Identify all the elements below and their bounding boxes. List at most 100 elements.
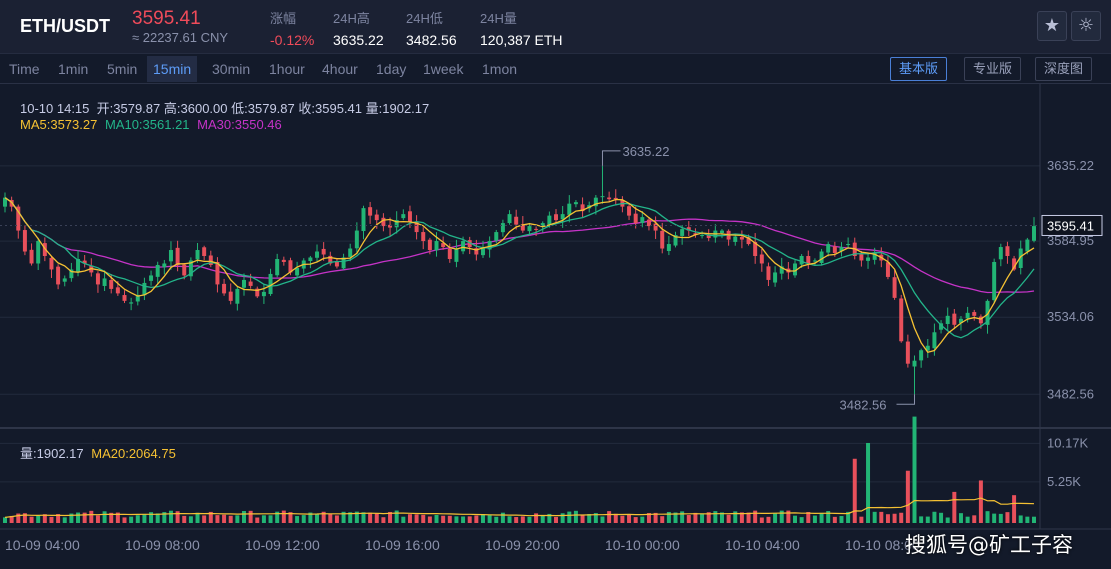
candle-body: [806, 256, 811, 264]
tab-1week[interactable]: 1week: [417, 56, 469, 82]
watermark-text: 搜狐号@矿工子容: [905, 533, 1073, 557]
candle-body: [56, 266, 61, 285]
volume-bar: [925, 516, 930, 523]
volume-bar: [228, 515, 233, 523]
volume-bar: [168, 510, 173, 523]
candle-body: [866, 257, 871, 261]
favorite-button[interactable]: ★: [1037, 11, 1067, 41]
low-label: 24H低: [406, 11, 443, 26]
high-value: 3635.22: [333, 32, 384, 48]
volume-bar: [985, 511, 990, 523]
markers-layer: 3635.22 3482.56: [601, 144, 916, 412]
chart-toolbar: Time 1min 5min 15min 30min 1hour 4hour 1…: [0, 54, 1111, 84]
volume-bar: [3, 517, 7, 523]
volume-bar: [693, 512, 698, 523]
view-basic-button[interactable]: 基本版: [890, 57, 948, 81]
candle-body: [348, 248, 353, 257]
candle-body: [261, 291, 266, 297]
volume-bar: [235, 515, 240, 523]
volume-bar: [301, 515, 306, 523]
volume-bar: [866, 442, 871, 523]
candle-body: [434, 241, 439, 251]
volume-bar: [952, 491, 957, 523]
volume-bar: [759, 517, 764, 523]
candlestick-chart[interactable]: 3635.223584.953534.063482.563595.4110.17…: [0, 84, 1111, 569]
volume-bar: [613, 513, 618, 523]
candle-body: [766, 266, 771, 280]
candle-body: [719, 230, 724, 234]
candle-body: [354, 230, 359, 249]
tab-30min[interactable]: 30min: [206, 56, 256, 82]
change-label: 涨幅: [270, 11, 297, 26]
tab-1mon[interactable]: 1mon: [476, 56, 523, 82]
volume-bar: [441, 515, 446, 523]
volume-bar: [401, 516, 406, 523]
volume-bar: [540, 515, 545, 523]
candle-body: [374, 214, 379, 221]
tab-1hour[interactable]: 1hour: [263, 56, 311, 82]
tab-time[interactable]: Time: [3, 56, 46, 82]
volume-bar: [899, 512, 904, 523]
volume-bar: [36, 515, 41, 523]
theme-button[interactable]: ☼: [1071, 11, 1101, 41]
ma30-value: 3550.46: [234, 117, 282, 132]
volume-bar: [487, 515, 492, 523]
tab-1min[interactable]: 1min: [52, 56, 94, 82]
low-stat: 24H低 3482.56: [406, 8, 457, 48]
pair-name[interactable]: ETH/USDT: [20, 16, 110, 37]
candle-body: [812, 260, 817, 262]
candle-body: [932, 332, 937, 349]
candle-body: [295, 267, 300, 276]
tab-15min[interactable]: 15min: [147, 56, 198, 82]
volume-bar: [620, 515, 625, 523]
view-pro-button[interactable]: 专业版: [964, 57, 1022, 81]
volume-bar: [29, 516, 34, 523]
tab-1day[interactable]: 1day: [370, 56, 412, 82]
candle-body: [361, 208, 366, 232]
ma20-value: 2064.75: [128, 446, 176, 461]
candle-body: [666, 244, 671, 251]
high-label: 高:: [163, 101, 181, 116]
candle-body: [554, 214, 559, 221]
volume-bar: [567, 511, 572, 523]
volume-bar: [839, 516, 844, 523]
ma10-value: 3561.21: [142, 117, 190, 132]
volume-label: 24H量: [480, 11, 517, 26]
candle-body: [202, 247, 207, 256]
tab-4hour[interactable]: 4hour: [316, 56, 364, 82]
volume-bar: [242, 511, 246, 523]
candle-body: [607, 197, 612, 200]
volume-tick-label: 10.17K: [1047, 435, 1089, 450]
volume-bar: [461, 516, 466, 523]
price-tick-label: 3534.06: [1047, 309, 1094, 324]
ma20-legend: MA20:2064.75: [91, 446, 176, 461]
ma30-line-layer: [4, 197, 1035, 294]
view-depth-button[interactable]: 深度图: [1035, 57, 1093, 81]
ma5-label: MA5:: [20, 117, 51, 132]
volume-bar: [255, 517, 260, 523]
volume-bar: [766, 516, 771, 523]
candle-body: [885, 262, 890, 277]
candle-body: [680, 229, 685, 236]
volume-bar: [919, 516, 924, 523]
volume-bar: [879, 511, 884, 523]
candle-body: [22, 230, 27, 252]
volume-bar: [480, 514, 485, 523]
candle-body: [998, 247, 1003, 260]
volume-bar: [932, 511, 937, 523]
ma30-line: [4, 197, 1035, 294]
tab-5min[interactable]: 5min: [101, 56, 143, 82]
vol-label: 量:: [365, 101, 383, 116]
ma5-legend: MA5:3573.27: [20, 117, 97, 132]
volume-bar: [527, 516, 532, 523]
candle-body: [912, 360, 917, 367]
volume-bar: [122, 517, 127, 523]
volume-bar: [514, 517, 519, 523]
volume-bar: [680, 511, 685, 523]
candle-body: [29, 249, 34, 264]
candle-body: [700, 235, 705, 237]
candle-body: [242, 279, 246, 288]
volume-tick-label: 5.25K: [1047, 474, 1081, 489]
candle-body: [182, 264, 187, 276]
time-tick-label: 10-09 16:00: [365, 537, 440, 553]
